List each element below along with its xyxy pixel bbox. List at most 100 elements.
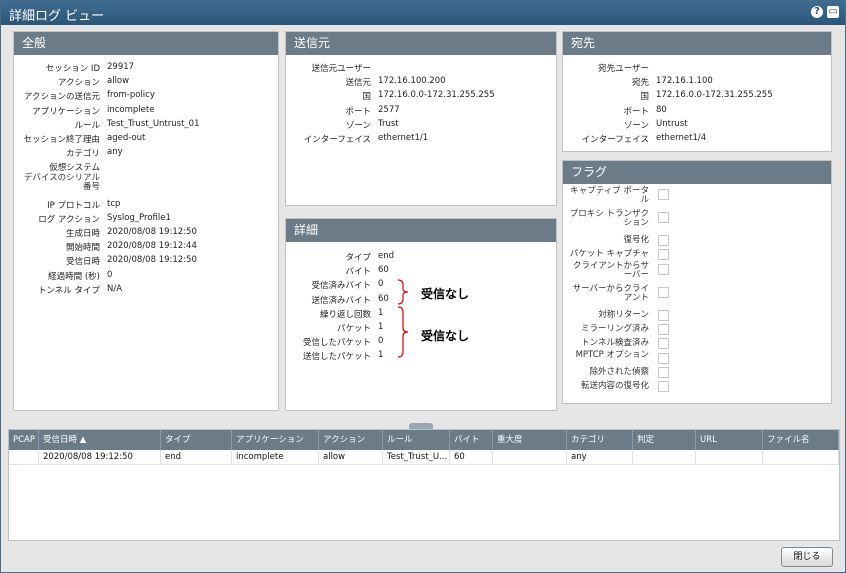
general-field-label: ルール [74, 120, 100, 131]
detailed-log-view-dialog: 詳細ログ ビュー ? ▭ 全般 セッション ID 29917 アクション allow ア… [0, 0, 846, 573]
general-field-label: ログ アクション [38, 214, 100, 225]
column-header[interactable]: ルール [383, 430, 450, 450]
column-header[interactable]: タイプ [161, 430, 232, 450]
title-bar[interactable]: 詳細ログ ビュー ? ▭ [1, 1, 845, 25]
column-header[interactable]: PCAP [9, 430, 39, 450]
column-header[interactable]: URL [696, 430, 763, 450]
flag-label: トンネル検査済み [581, 338, 649, 349]
flag-checkbox[interactable] [658, 263, 669, 275]
general-field-value: 2020/08/08 19:12:44 [107, 241, 197, 252]
source-field-value: ethernet1/1 [378, 133, 429, 143]
general-field-label: デバイスのシリアル番号 [23, 172, 100, 192]
annotation-brace-2 [397, 306, 409, 358]
destination-field-value: ethernet1/4 [656, 133, 707, 143]
details-field-label: バイト [345, 267, 371, 278]
general-field-value: N/A [107, 283, 123, 294]
column-header[interactable]: ファイル名 [763, 430, 839, 450]
table-cell: Test_Trust_U... [383, 450, 450, 465]
flag-checkbox[interactable] [658, 366, 669, 378]
title-bar-icons: ? ▭ [811, 6, 839, 18]
table-cell: end [161, 450, 232, 465]
flag-label: ミラーリング済み [580, 323, 649, 334]
table-cell: any [567, 450, 633, 465]
annotation-no-receive-1: 受信なし [421, 287, 470, 301]
column-header[interactable]: バイト [450, 430, 493, 450]
source-field-label: 送信元 [345, 78, 371, 89]
table-cell: 2020/08/08 19:12:50 [39, 450, 161, 465]
flag-checkbox[interactable] [658, 212, 669, 223]
details-field-value: 60 [378, 293, 389, 304]
column-header[interactable]: カテゴリ [567, 430, 633, 450]
source-field-label: 送信元ユーザー [311, 64, 371, 74]
flag-label: サーバーからクライアント [572, 283, 649, 303]
details-field-value: 1 [378, 322, 384, 332]
destination-field-label: 宛先 [631, 78, 649, 89]
flags-panel-header: フラグ [563, 161, 831, 184]
help-icon[interactable]: ? [811, 6, 823, 18]
flag-checkbox[interactable] [658, 352, 669, 364]
flag-label: 復号化 [623, 235, 649, 245]
destination-panel-header: 宛先 [563, 32, 831, 55]
general-field-value: 29917 [107, 62, 135, 72]
source-panel-header: 送信元 [286, 32, 556, 55]
details-field-value: 1 [378, 350, 384, 361]
general-field-label: セッション終了理由 [23, 135, 100, 145]
flag-label: クライアントからサーバー [572, 260, 649, 280]
table-cell [633, 450, 696, 465]
flag-label: 対称リターン [598, 309, 649, 320]
general-field-label: カテゴリ [65, 149, 100, 160]
general-field-value: incomplete [107, 104, 155, 115]
details-field-value: 0 [378, 336, 384, 347]
close-button[interactable]: 閉じる [781, 547, 833, 567]
source-field-value: 2577 [378, 104, 400, 115]
column-header[interactable]: 受信日時 ▲ [39, 430, 161, 450]
general-field-value: 2020/08/08 19:12:50 [107, 227, 197, 237]
flag-checkbox[interactable] [658, 338, 669, 350]
dialog-title: 詳細ログ ビュー [9, 9, 105, 24]
flags-panel: フラグ キャプティブ ポータル プロキシ トランザクション 復号化 パケット キャプチ… [562, 160, 832, 404]
table-cell [696, 450, 763, 465]
flag-checkbox[interactable] [658, 309, 669, 321]
source-panel: 送信元 送信元ユーザー 送信元 172.16.100.200 国 172.16.0.0-… [285, 31, 557, 206]
general-field-label: 開始時間 [65, 243, 100, 254]
flag-checkbox[interactable] [658, 323, 669, 335]
details-field-value: 0 [378, 279, 384, 290]
general-field-value: 0 [107, 269, 113, 280]
destination-field-value: 80 [656, 104, 667, 115]
general-field-label: IP プロトコル [47, 200, 100, 211]
minimize-icon[interactable]: ▭ [827, 6, 839, 18]
column-header[interactable]: アクション [319, 430, 383, 450]
details-field-label: 繰り返し回数 [319, 309, 371, 320]
details-field-label: 送信済みバイト [311, 295, 371, 306]
table-cell [493, 450, 567, 465]
general-panel-header: 全般 [14, 32, 278, 55]
column-header[interactable]: 重大度 [493, 430, 567, 450]
flag-label: パケット キャプチャ [569, 249, 649, 260]
table-row[interactable]: 2020/08/08 19:12:50 end incomplete allow Tes… [9, 450, 839, 465]
destination-field-value: 172.16.1.100 [656, 76, 713, 87]
column-header[interactable]: アプリケーション [232, 430, 319, 450]
annotation-brace-1 [397, 279, 409, 305]
details-field-value: 1 [378, 307, 384, 318]
flag-label: 転送内容の復号化 [580, 381, 649, 392]
flag-checkbox[interactable] [658, 286, 669, 298]
general-field-label: トンネル タイプ [37, 285, 100, 296]
table-cell [9, 450, 39, 465]
source-field-value: 172.16.0.0-172.31.255.255 [378, 90, 495, 101]
destination-panel: 宛先 宛先ユーザー 宛先 172.16.1.100 国 172.16.0.0-172.3… [562, 31, 832, 152]
flag-checkbox[interactable] [658, 235, 669, 246]
flag-checkbox[interactable] [658, 381, 669, 393]
general-field-label: セッション ID [45, 64, 100, 74]
flag-checkbox[interactable] [658, 189, 669, 200]
table-cell: incomplete [232, 450, 319, 465]
general-field-value: tcp [107, 198, 121, 209]
source-field-label: インターフェイス [303, 135, 371, 145]
destination-field-label: 国 [640, 92, 649, 103]
column-header[interactable]: 判定 [633, 430, 696, 450]
details-field-label: 受信したパケット [302, 338, 371, 349]
general-panel: 全般 セッション ID 29917 アクション allow アクションの送信元 from-… [13, 31, 279, 411]
log-table-header: PCAP 受信日時 ▲ タイプ アプリケーション アクション ルール バイト 重大度 カテゴリ判… [9, 430, 839, 450]
flag-label: 除外された偵察 [589, 366, 649, 377]
source-field-label: 国 [362, 92, 371, 103]
flag-checkbox[interactable] [658, 249, 669, 261]
